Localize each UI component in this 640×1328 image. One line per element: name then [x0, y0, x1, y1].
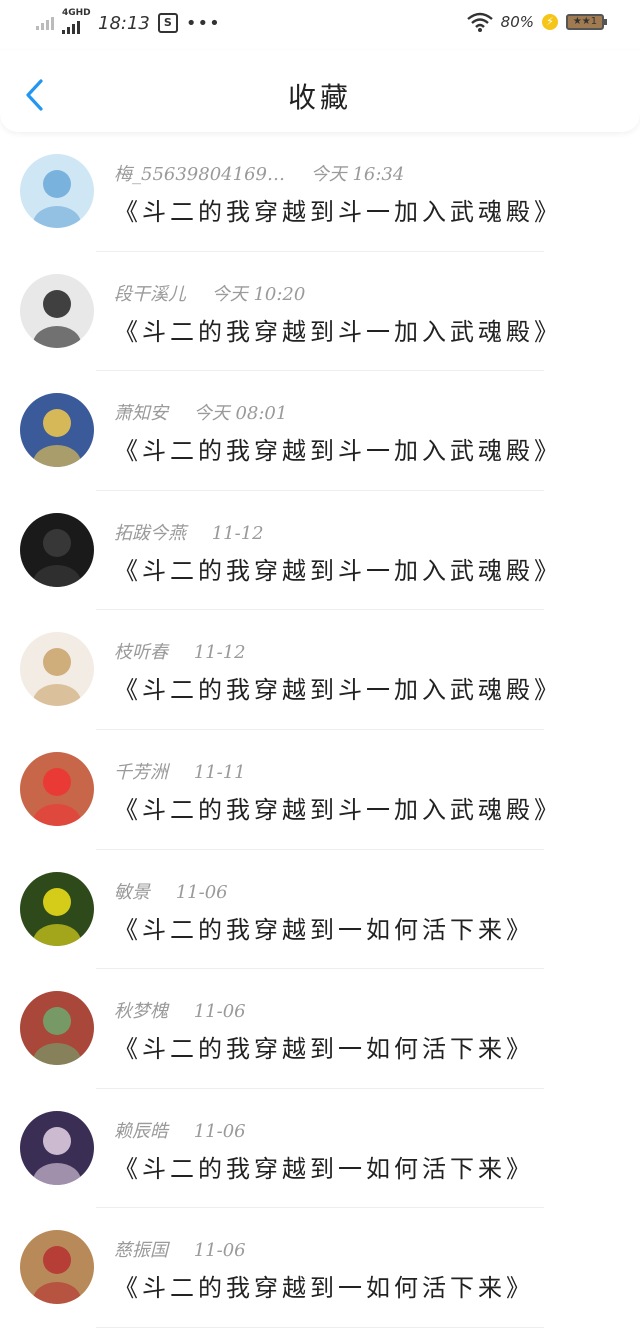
- list-item[interactable]: 段干溪儿 今天 10:20 《斗二的我穿越到斗一加入武魂殿》: [0, 252, 640, 372]
- item-title: 《斗二的我穿越到斗一加入武魂殿》: [114, 556, 562, 585]
- item-title: 《斗二的我穿越到斗一加入武魂殿》: [114, 198, 562, 226]
- user-name: 千芳洲: [114, 761, 168, 783]
- user-name: 段干溪儿: [114, 283, 186, 305]
- list-item[interactable]: 萧知安 今天 08:01 《斗二的我穿越到斗一加入武魂殿》: [0, 371, 640, 491]
- user-name: 敏景: [114, 881, 150, 903]
- item-time: 今天 10:20: [211, 283, 306, 305]
- user-name: 拓跋今燕: [114, 522, 186, 544]
- item-meta: 萧知安 今天 08:01: [114, 399, 287, 425]
- battery-percent: 80%: [500, 13, 534, 31]
- user-name: 慈振国: [114, 1240, 168, 1262]
- item-title: 《斗二的我穿越到一如何活下来》: [114, 1274, 534, 1303]
- item-meta: 敏景 11-06: [114, 878, 228, 904]
- avatar-image: [20, 991, 94, 1066]
- signal-weak-icon: [36, 16, 54, 30]
- list-item[interactable]: 枝听春 11-12 《斗二的我穿越到斗一加入武魂殿》: [0, 610, 640, 730]
- item-title: 《斗二的我穿越到一如何活下来》: [114, 915, 534, 944]
- user-name: 梅_55639804169…: [114, 164, 285, 185]
- list-item[interactable]: 千芳洲 11-11 《斗二的我穿越到斗一加入武魂殿》: [0, 730, 640, 850]
- item-title: 《斗二的我穿越到一如何活下来》: [114, 1154, 534, 1183]
- network-type: 4GHD: [62, 8, 91, 18]
- list-item[interactable]: 梅_55639804169… 今天 16:34 《斗二的我穿越到斗一加入武魂殿》: [0, 132, 640, 252]
- user-name: 枝听春: [114, 642, 168, 664]
- item-meta: 赖辰皓 11-06: [114, 1117, 246, 1143]
- item-title: 《斗二的我穿越到斗一加入武魂殿》: [114, 317, 562, 346]
- avatar-image: [20, 1230, 94, 1305]
- avatar-image: [20, 512, 94, 587]
- avatar-image: [20, 871, 94, 946]
- user-name: 秋梦槐: [114, 1001, 168, 1023]
- item-time: 11-11: [193, 761, 246, 783]
- avatar-image: [20, 1110, 94, 1185]
- item-title: 《斗二的我穿越到斗一加入武魂殿》: [114, 437, 562, 466]
- avatar[interactable]: [20, 871, 94, 946]
- list-item[interactable]: 赖辰皓 11-06 《斗二的我穿越到一如何活下来》: [0, 1089, 640, 1209]
- item-title: 《斗二的我穿越到一如何活下来》: [114, 1035, 534, 1064]
- item-meta: 段干溪儿 今天 10:20: [114, 280, 305, 306]
- item-meta: 枝听春 11-12: [114, 638, 246, 664]
- item-time: 11-12: [211, 522, 264, 544]
- charging-icon: ⚡: [542, 14, 558, 30]
- status-right: 80% ⚡ ★★1: [466, 12, 607, 32]
- list-item[interactable]: 慈振国 11-06 《斗二的我穿越到一如何活下来》: [0, 1208, 640, 1328]
- status-bar: 4GHD 18:13 S ••• 80% ⚡ ★★1: [0, 0, 640, 50]
- avatar[interactable]: [20, 751, 94, 826]
- item-time: 今天 16:34: [310, 164, 405, 185]
- item-meta: 慈振国 11-06: [114, 1236, 246, 1262]
- item-title: 《斗二的我穿越到斗一加入武魂殿》: [114, 676, 562, 705]
- item-time: 11-06: [175, 881, 228, 903]
- avatar-image: [20, 632, 94, 707]
- avatar[interactable]: [20, 991, 94, 1066]
- avatar[interactable]: [20, 512, 94, 587]
- item-title: 《斗二的我穿越到斗一加入武魂殿》: [114, 795, 562, 824]
- list-item[interactable]: 敏景 11-06 《斗二的我穿越到一如何活下来》: [0, 850, 640, 970]
- signal-strong-icon: 4GHD: [62, 8, 91, 34]
- favorites-list: 梅_55639804169… 今天 16:34 《斗二的我穿越到斗一加入武魂殿》…: [0, 132, 640, 1328]
- item-time: 11-06: [193, 1240, 246, 1262]
- avatar-image: [20, 273, 94, 348]
- item-meta: 梅_55639804169… 今天 16:34: [114, 160, 404, 186]
- user-name: 赖辰皓: [114, 1120, 168, 1142]
- avatar-image: [20, 751, 94, 826]
- page-title: 收藏: [287, 81, 352, 114]
- list-item[interactable]: 拓跋今燕 11-12 《斗二的我穿越到斗一加入武魂殿》: [0, 491, 640, 611]
- item-meta: 秋梦槐 11-06: [114, 997, 246, 1023]
- avatar[interactable]: [20, 632, 94, 707]
- item-meta: 拓跋今燕 11-12: [114, 519, 264, 545]
- list-item[interactable]: 秋梦槐 11-06 《斗二的我穿越到一如何活下来》: [0, 969, 640, 1089]
- item-time: 11-06: [193, 1001, 246, 1023]
- user-name: 萧知安: [114, 403, 168, 425]
- nav-bar: 收藏: [0, 50, 640, 132]
- wifi-icon: [466, 12, 493, 32]
- avatar[interactable]: [20, 273, 94, 348]
- avatar[interactable]: [20, 154, 94, 228]
- item-time: 11-06: [193, 1120, 246, 1142]
- more-dots-icon: •••: [185, 12, 221, 34]
- status-time: 18:13: [98, 12, 150, 34]
- item-time: 11-12: [193, 642, 246, 664]
- avatar[interactable]: [20, 1110, 94, 1185]
- battery-icon: ★★1: [566, 14, 607, 30]
- item-meta: 千芳洲 11-11: [114, 758, 246, 784]
- item-time: 今天 08:01: [193, 403, 288, 425]
- avatar-image: [20, 393, 94, 468]
- avatar[interactable]: [20, 393, 94, 468]
- avatar-image: [20, 154, 94, 228]
- notification-app-icon: S: [157, 13, 178, 33]
- avatar[interactable]: [20, 1230, 94, 1305]
- status-left: 4GHD 18:13 S •••: [36, 8, 221, 34]
